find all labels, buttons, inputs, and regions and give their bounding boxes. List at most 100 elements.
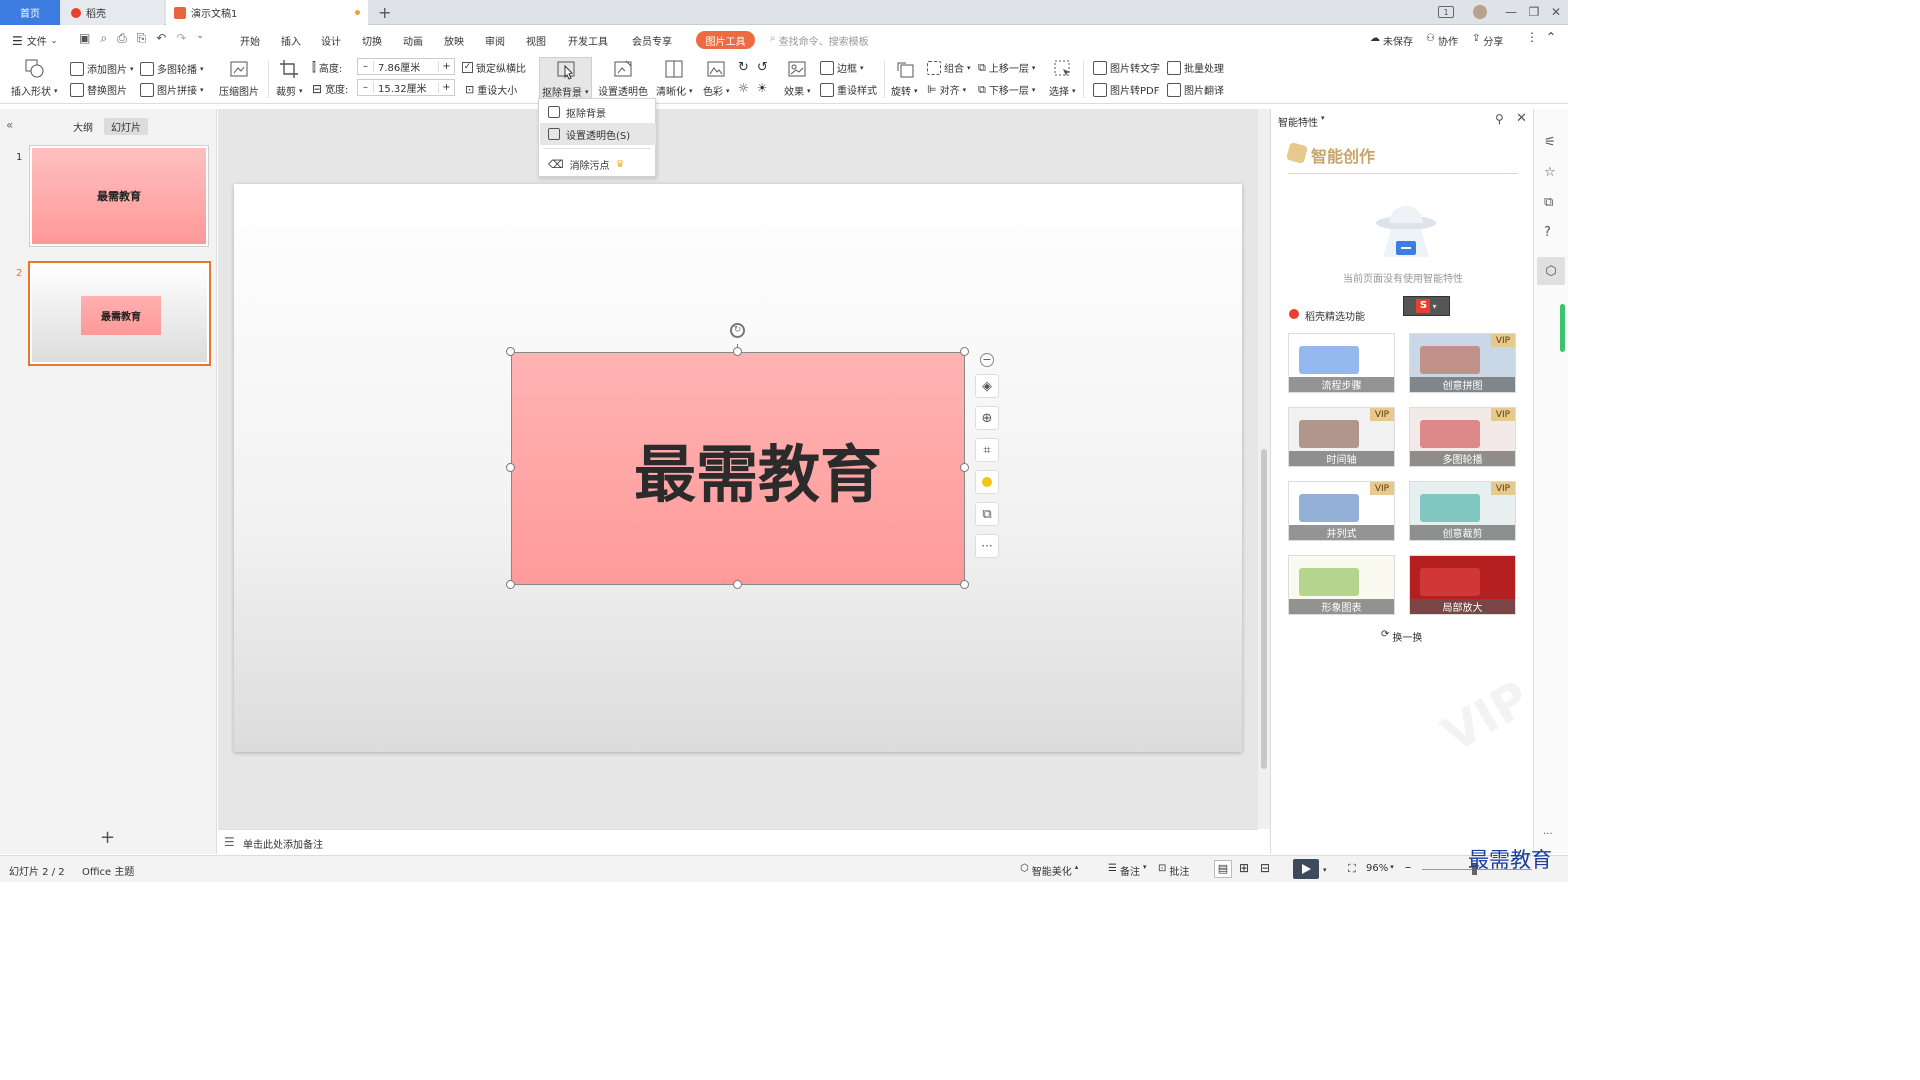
menu-item-remove-bg[interactable]: 抠除背景	[540, 101, 656, 123]
menu-developer[interactable]: 开发工具	[568, 33, 608, 48]
window-mode-icon[interactable]: 1	[1438, 6, 1454, 18]
notes-toggle[interactable]: ☰ 备注 ▾	[1108, 863, 1146, 878]
remove-bg-button[interactable]: 抠除背景 ▾	[539, 57, 592, 100]
template-card[interactable]: 局部放大	[1409, 555, 1516, 615]
add-slide-button[interactable]: +	[100, 827, 115, 848]
width-increase-button[interactable]: +	[438, 82, 454, 93]
resize-handle[interactable]	[733, 580, 742, 589]
more-icon[interactable]: ···	[975, 534, 999, 558]
set-transparent-button[interactable]: 设置透明色	[598, 83, 648, 98]
slide-sorter-icon[interactable]: ⊞	[1239, 861, 1249, 875]
menu-member[interactable]: 会员专享	[632, 33, 672, 48]
align-button[interactable]: ⊫ 对齐 ▾	[927, 82, 966, 97]
share-button[interactable]: ⇪ 分享	[1472, 33, 1503, 48]
width-decrease-button[interactable]: –	[358, 82, 374, 93]
rotate-button[interactable]: 旋转 ▾	[891, 83, 918, 99]
restore-button[interactable]: ❐	[1526, 4, 1542, 20]
menu-slideshow[interactable]: 放映	[444, 33, 464, 48]
brightness-down-icon[interactable]: ☀	[757, 81, 768, 95]
slide-thumbnail-2[interactable]: 最需教育	[28, 261, 211, 366]
template-card[interactable]: VIP 多图轮播	[1409, 407, 1516, 467]
tab-document[interactable]: 演示文稿1	[166, 0, 368, 25]
collab-button[interactable]: ⚇ 协作	[1426, 33, 1458, 48]
minimize-button[interactable]: —	[1503, 4, 1519, 20]
close-panel-icon[interactable]: ✕	[1516, 111, 1527, 126]
resize-handle[interactable]	[506, 347, 515, 356]
selected-picture[interactable]: 最需教育	[511, 352, 965, 585]
zoom-out-icon[interactable]: –	[1405, 860, 1411, 874]
width-field[interactable]: – 15.32厘米 +	[357, 79, 455, 96]
chevron-down-icon[interactable]: ▾	[1323, 866, 1327, 874]
color-button[interactable]: 色彩 ▾	[703, 83, 730, 99]
smart-panel-header[interactable]: 智能特性 ▾	[1278, 114, 1325, 129]
tab-home[interactable]: 首页	[0, 0, 60, 25]
tab-picture-tools[interactable]: 图片工具	[696, 31, 755, 49]
notes-bar[interactable]: ☰ 单击此处添加备注	[218, 829, 1258, 854]
pin-icon[interactable]: ⚲	[1495, 112, 1504, 126]
customize-icon[interactable]: ⌄	[196, 31, 204, 46]
replace-picture-button[interactable]: 替换图片	[70, 82, 127, 97]
lightbulb-icon[interactable]	[975, 470, 999, 494]
insert-shape-button[interactable]: 插入形状 ▾	[11, 83, 58, 99]
comments-toggle[interactable]: ⊡ 批注	[1158, 863, 1189, 878]
rotate-left-icon[interactable]: ↻	[738, 60, 749, 75]
file-menu[interactable]: ☰ 文件 ⌄	[12, 33, 57, 49]
minus-icon[interactable]: −	[980, 353, 994, 367]
menu-view[interactable]: 视图	[526, 33, 546, 48]
reset-size-button[interactable]: ⊡ 重设大小	[465, 82, 517, 97]
send-backward-button[interactable]: ⧉ 下移一层 ▾	[978, 82, 1035, 98]
brightness-up-icon[interactable]: ☼	[738, 81, 749, 95]
resize-handle[interactable]	[506, 580, 515, 589]
template-card[interactable]: 形象图表	[1288, 555, 1395, 615]
sharpen-button[interactable]: 清晰化 ▾	[656, 83, 693, 99]
refresh-button[interactable]: ⟳ 换一换	[1381, 629, 1422, 644]
crop-float-icon[interactable]: ⌗	[975, 438, 999, 462]
menu-item-remove-spots[interactable]: ⌫ 消除污点 ♛	[540, 153, 656, 175]
height-field[interactable]: – 7.86厘米 +	[357, 58, 455, 75]
height-increase-button[interactable]: +	[438, 61, 454, 72]
template-card[interactable]: VIP 并列式	[1288, 481, 1395, 541]
menu-design[interactable]: 设计	[321, 33, 341, 48]
menu-review[interactable]: 审阅	[485, 33, 505, 48]
effect-button[interactable]: 效果 ▾	[784, 83, 811, 99]
tab-slides[interactable]: 幻灯片	[104, 118, 148, 135]
picture-collage-button[interactable]: 图片拼接 ▾	[140, 82, 204, 97]
help-icon[interactable]: ?	[1544, 225, 1551, 240]
print-preview-icon[interactable]: ⎘	[137, 31, 147, 46]
slide-thumbnail-1[interactable]: 最需教育	[29, 145, 209, 247]
rotate-right-icon[interactable]: ↺	[757, 60, 768, 75]
pic-to-pdf-button[interactable]: 图片转PDF	[1093, 82, 1159, 97]
rotate-handle-icon[interactable]: ↻	[730, 323, 745, 338]
more-menu-icon[interactable]: ⋮	[1526, 30, 1538, 44]
undo-icon[interactable]: ↶	[156, 31, 166, 46]
menu-start[interactable]: 开始	[240, 33, 260, 48]
reset-style-button[interactable]: 重设样式	[820, 82, 877, 97]
menu-item-set-transparent[interactable]: 设置透明色(S)	[540, 123, 656, 145]
collapse-panel-icon[interactable]: «	[6, 118, 13, 132]
crop-button[interactable]: 裁剪 ▾	[276, 83, 303, 99]
settings-sliders-icon[interactable]: ⚟	[1544, 135, 1556, 150]
layers-icon[interactable]: ◈	[975, 374, 999, 398]
copy-icon[interactable]: ⧉	[1544, 195, 1553, 210]
new-tab-button[interactable]: +	[378, 0, 391, 25]
avatar[interactable]	[1472, 4, 1488, 20]
print-icon[interactable]: ⎙	[117, 31, 127, 46]
play-button[interactable]	[1293, 859, 1319, 879]
more-dots-icon[interactable]: ···	[1543, 829, 1553, 840]
star-icon[interactable]: ☆	[1544, 165, 1556, 180]
tab-daoke[interactable]: 稻壳	[61, 0, 164, 25]
scrollbar-thumb[interactable]	[1261, 449, 1267, 769]
tab-outline[interactable]: 大纲	[66, 118, 100, 135]
fit-window-icon[interactable]: ⛶	[1348, 862, 1356, 876]
beautify-button[interactable]: ⬡ 智能美化 ▴	[1020, 863, 1078, 878]
command-search[interactable]: ⌕ 查找命令、搜索模板	[770, 33, 869, 48]
resize-handle[interactable]	[960, 463, 969, 472]
menu-insert[interactable]: 插入	[281, 33, 301, 48]
bring-forward-button[interactable]: ⧉ 上移一层 ▾	[978, 60, 1035, 76]
pic-to-text-button[interactable]: 图片转文字	[1093, 60, 1160, 75]
add-picture-button[interactable]: 添加图片 ▾	[70, 61, 134, 76]
border-button[interactable]: 边框 ▾	[820, 60, 864, 75]
canvas-scrollbar[interactable]	[1258, 109, 1270, 829]
template-card[interactable]: VIP 创意拼图	[1409, 333, 1516, 393]
zoom-level[interactable]: 96% ▾	[1366, 863, 1394, 874]
